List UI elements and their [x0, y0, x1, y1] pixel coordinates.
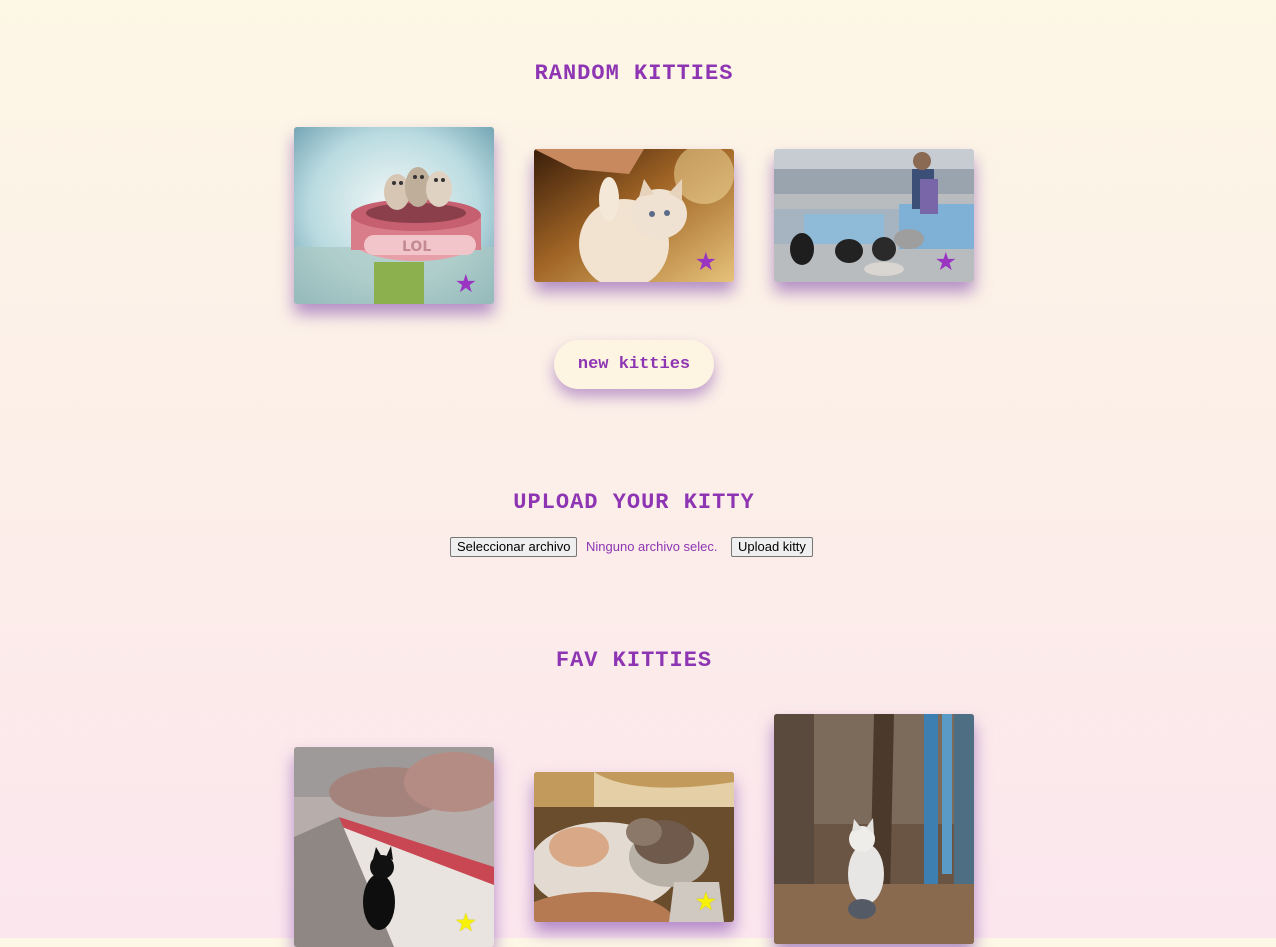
fav-star-icon-2[interactable]: ★ — [695, 889, 717, 914]
fav-kitty-card-1: ★ — [294, 747, 494, 947]
fav-kitty-card-2: ★ — [534, 772, 734, 922]
upload-section-title: UPLOAD YOUR KITTY — [513, 490, 755, 515]
new-kitties-button[interactable]: new kitties — [554, 340, 714, 389]
fav-star-icon-1[interactable]: ★ — [455, 910, 477, 935]
fav-kitty-image-3 — [774, 714, 974, 944]
file-status-text: Ninguno archivo selec. — [586, 539, 718, 554]
random-kitty-card-1: LOL ★ — [294, 127, 494, 304]
random-favorite-star-icon-1[interactable]: ★ — [455, 271, 477, 296]
choose-file-button[interactable]: Seleccionar archivo — [450, 537, 578, 557]
random-section-title: RANDOM KITTIES — [534, 61, 734, 86]
random-favorite-star-icon-2[interactable]: ★ — [695, 249, 717, 274]
svg-text:LOL: LOL — [402, 239, 431, 255]
random-favorite-star-icon-3[interactable]: ★ — [935, 249, 957, 274]
random-kitty-card-2: ★ — [534, 149, 734, 282]
upload-kitty-button[interactable]: Upload kitty — [731, 537, 813, 557]
fav-section-title: FAV KITTIES — [555, 648, 713, 673]
fav-kitty-card-3 — [774, 714, 974, 944]
random-kitty-card-3: ★ — [774, 149, 974, 282]
